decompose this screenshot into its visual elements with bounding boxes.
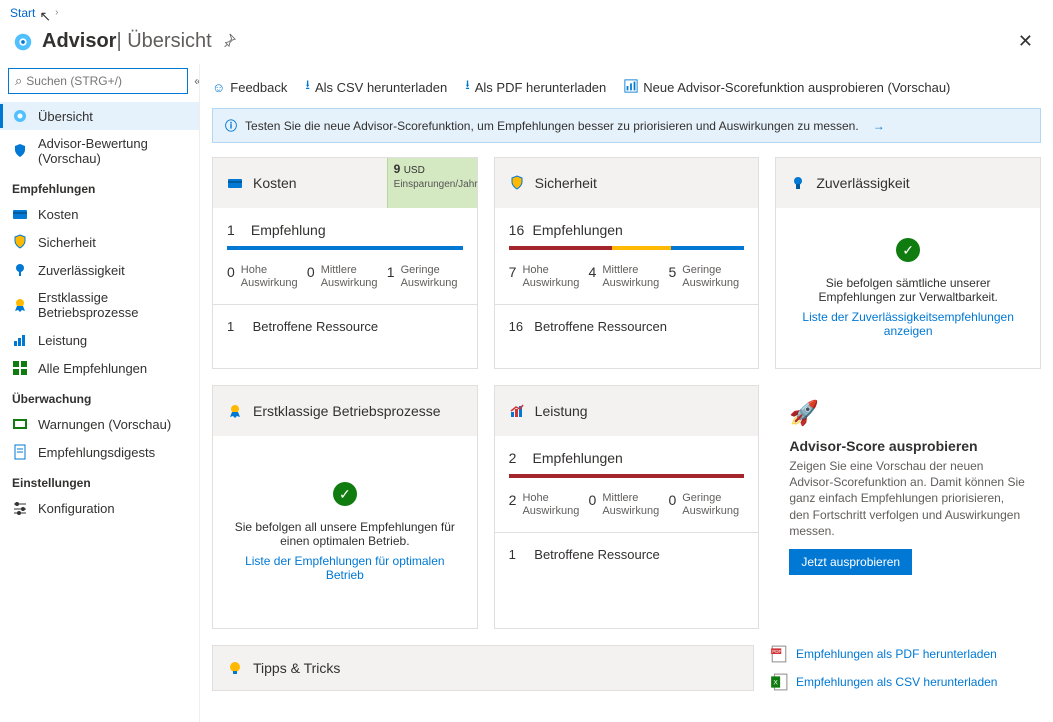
breadcrumb: Start ↖ › (0, 0, 1053, 25)
sidebar-item-config[interactable]: Konfiguration (0, 494, 199, 522)
excel-icon: X (770, 673, 788, 691)
sidebar-item-digests[interactable]: Empfehlungsdigests (0, 438, 199, 466)
lightbulb-icon (227, 660, 243, 676)
performance-icon (12, 332, 28, 348)
smiley-icon: ☺ (212, 80, 225, 95)
grid-icon (12, 360, 28, 376)
reliability-link[interactable]: Liste der Zuverlässigkeitsempfehlungen a… (796, 310, 1020, 338)
savings-badge: 9 USD Einsparungen/Jahr (387, 158, 477, 208)
arrow-right-icon: → (873, 119, 885, 133)
sidebar-item-security[interactable]: Sicherheit (0, 228, 199, 256)
medal-icon (227, 403, 243, 419)
sidebar-item-all[interactable]: Alle Empfehlungen (0, 354, 199, 382)
svg-text:X: X (773, 679, 778, 686)
pdf-icon: PDF (770, 645, 788, 663)
download-csv-link[interactable]: X Empfehlungen als CSV herunterladen (770, 673, 1041, 691)
check-icon: ✓ (333, 482, 357, 506)
sidebar-item-operational[interactable]: Erstklassige Betriebsprozesse (0, 284, 199, 326)
close-icon[interactable]: ✕ (1010, 27, 1041, 56)
pin-icon[interactable] (222, 33, 236, 50)
download-csv-button[interactable]: ⭳ Als CSV herunterladen (305, 76, 447, 98)
sidebar-section-settings: Einstellungen (0, 466, 199, 494)
cursor-icon: ↖ (39, 8, 51, 25)
download-links: PDF Empfehlungen als PDF herunterladen X… (770, 645, 1041, 701)
medal-icon (12, 297, 28, 313)
card-reliability[interactable]: Zuverlässigkeit ✓ Sie befolgen sämtliche… (775, 157, 1041, 369)
info-icon: ⓘ (225, 117, 237, 134)
sidebar-section-recommendations: Empfehlungen (0, 172, 199, 200)
sidebar: ⌕ « Übersicht Advisor-Bewertung (Vorscha… (0, 64, 200, 722)
search-icon: ⌕ (15, 73, 22, 89)
try-score-button[interactable]: Neue Advisor-Scorefunktion ausprobieren … (624, 79, 950, 96)
shield-icon (12, 143, 28, 159)
card-operational[interactable]: Erstklassige Betriebsprozesse ✓ Sie befo… (212, 385, 478, 629)
breadcrumb-start[interactable]: Start (10, 6, 35, 20)
sidebar-item-scoring[interactable]: Advisor-Bewertung (Vorschau) (0, 130, 199, 172)
card-security[interactable]: Sicherheit 16 Empfehlungen 7Hohe Auswirk… (494, 157, 760, 369)
page-subtitle: | Übersicht (116, 30, 211, 53)
cost-icon (12, 206, 28, 222)
operational-link[interactable]: Liste der Empfehlungen für optimalen Bet… (233, 554, 457, 582)
sidebar-item-reliability[interactable]: Zuverlässigkeit (0, 256, 199, 284)
alerts-icon (12, 416, 28, 432)
document-icon (12, 444, 28, 460)
security-icon (12, 234, 28, 250)
cost-icon (227, 175, 243, 191)
page-header: Advisor | Übersicht ✕ (0, 25, 1053, 64)
overview-icon (12, 108, 28, 124)
chevron-right-icon: › (55, 7, 58, 18)
download-icon: ⭳ (305, 76, 310, 98)
score-icon (624, 79, 638, 96)
page-title: Advisor (42, 30, 116, 53)
search-input[interactable]: ⌕ (8, 68, 188, 94)
check-icon: ✓ (896, 238, 920, 262)
info-banner[interactable]: ⓘ Testen Sie die neue Advisor-Scorefunkt… (212, 108, 1041, 143)
advisor-icon (12, 31, 34, 53)
sidebar-item-performance[interactable]: Leistung (0, 326, 199, 354)
card-promo: 🚀 Advisor-Score ausprobieren Zeigen Sie … (775, 385, 1041, 629)
reliability-icon (12, 262, 28, 278)
card-performance[interactable]: Leistung 2 Empfehlungen 2Hohe Auswirkung… (494, 385, 760, 629)
reliability-icon (790, 175, 806, 191)
security-icon (509, 175, 525, 191)
sidebar-item-overview[interactable]: Übersicht (0, 102, 199, 130)
toolbar: ☺ Feedback ⭳ Als CSV herunterladen ⭳ Als… (212, 70, 1041, 108)
feedback-button[interactable]: ☺ Feedback (212, 80, 287, 95)
download-icon: ⭳ (465, 76, 470, 98)
try-now-button[interactable]: Jetzt ausprobieren (789, 549, 912, 575)
svg-text:PDF: PDF (772, 649, 781, 654)
sliders-icon (12, 500, 28, 516)
card-cost[interactable]: Kosten 9 USD Einsparungen/Jahr 1 Empfehl… (212, 157, 478, 369)
sidebar-section-monitoring: Überwachung (0, 382, 199, 410)
sidebar-item-alerts[interactable]: Warnungen (Vorschau) (0, 410, 199, 438)
download-pdf-button[interactable]: ⭳ Als PDF herunterladen (465, 76, 606, 98)
card-tips[interactable]: Tipps & Tricks (212, 645, 754, 691)
performance-icon (509, 403, 525, 419)
download-pdf-link[interactable]: PDF Empfehlungen als PDF herunterladen (770, 645, 1041, 663)
main-content: ☺ Feedback ⭳ Als CSV herunterladen ⭳ Als… (200, 64, 1053, 722)
sidebar-item-cost[interactable]: Kosten (0, 200, 199, 228)
rocket-icon: 🚀 (789, 399, 1027, 428)
